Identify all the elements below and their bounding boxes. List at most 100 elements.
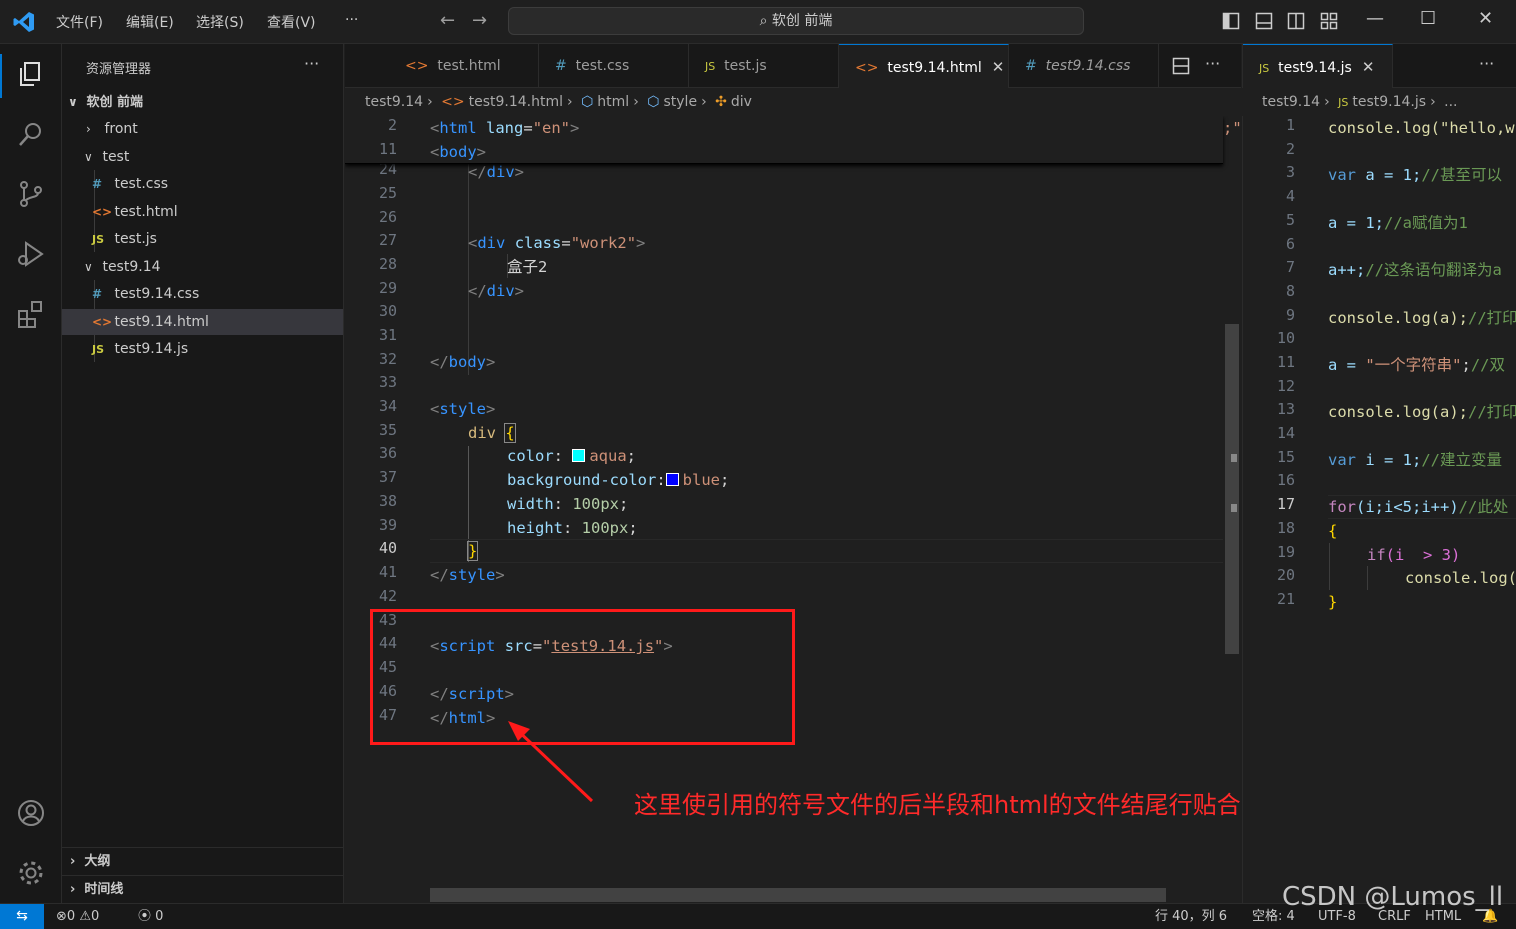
menu-more[interactable]: ··· [345, 12, 358, 28]
tree-file-test-html[interactable]: <> test.html [62, 199, 343, 225]
current-line-highlight [430, 539, 1223, 563]
toggle-primary-sidebar-icon[interactable] [1222, 12, 1240, 30]
tab-test-css[interactable]: # test.css [539, 44, 689, 88]
color-swatch-aqua[interactable] [572, 449, 586, 462]
editor-tabs-right: JS test9.14.js ✕ ··· [1242, 44, 1516, 88]
chevron-right-icon: › [633, 94, 639, 110]
tab-test-js[interactable]: JS test.js [689, 44, 839, 88]
back-arrow-icon[interactable]: ← [440, 10, 455, 31]
source-control-icon[interactable] [15, 178, 47, 210]
close-tab-icon[interactable]: ✕ [1362, 58, 1375, 76]
remote-indicator-icon[interactable]: ⇆ [0, 904, 44, 929]
breadcrumb-html[interactable]: html [597, 94, 629, 110]
breadcrumb-ellipsis[interactable]: ... [1444, 94, 1457, 110]
tree-folder-test[interactable]: ∨ test [62, 144, 343, 170]
problems-indicator[interactable]: ⊗0 ⚠0 [56, 904, 99, 929]
watermark: CSDN @Lumos_ll [1282, 882, 1504, 912]
breadcrumb-folder[interactable]: test9.14 [1262, 94, 1320, 110]
minimize-icon[interactable]: — [1366, 8, 1384, 29]
tab-test9-14-html[interactable]: <> test9.14.html ✕ [839, 44, 1009, 88]
editor-more-icon[interactable]: ··· [1479, 54, 1494, 73]
menu-selection[interactable]: 选择(S) [196, 12, 244, 32]
code-line: a++;//这条语句翻译为a [1328, 261, 1502, 279]
tree-folder-front[interactable]: › front [62, 116, 343, 142]
workspace-root[interactable]: ∨ 软创 前端 [62, 89, 343, 115]
line-number: 34 [378, 397, 397, 415]
toggle-panel-icon[interactable] [1255, 12, 1273, 30]
symbol-icon: ✣ [715, 94, 727, 110]
cursor-position[interactable]: 行 40，列 6 [1155, 904, 1227, 929]
menu-view[interactable]: 查看(V) [267, 12, 316, 32]
chevron-right-icon: › [70, 882, 76, 897]
line-number-current: 40 [378, 539, 397, 557]
explorer-more-icon[interactable]: ··· [304, 54, 319, 73]
code-line: div { [468, 423, 516, 443]
line-number: 7 [1285, 258, 1295, 276]
menu-edit[interactable]: 编辑(E) [126, 12, 174, 32]
chevron-right-icon: › [701, 94, 707, 110]
account-icon[interactable] [15, 797, 47, 829]
breadcrumb-file[interactable]: test9.14.js [1352, 94, 1426, 110]
line-number: 27 [378, 231, 397, 249]
horizontal-scrollbar-thumb[interactable] [430, 888, 1166, 902]
vertical-scrollbar-thumb[interactable] [1225, 324, 1239, 654]
tree-folder-test9-14[interactable]: ∨ test9.14 [62, 254, 343, 280]
active-indicator [0, 54, 2, 98]
breadcrumb-folder[interactable]: test9.14 [365, 94, 423, 110]
close-tab-icon[interactable]: ✕ [992, 58, 1005, 76]
line-number: 25 [378, 184, 397, 202]
line-number: 39 [378, 516, 397, 534]
breadcrumb-style[interactable]: style [663, 94, 697, 110]
outline-panel-header[interactable]: › 大纲 [62, 847, 343, 875]
code-line: height: 100px; [507, 519, 638, 537]
tree-file-test9-14-html[interactable]: <> test9.14.html [62, 309, 343, 335]
tab-test-html[interactable]: <> test.html [389, 44, 539, 88]
code-line: } [1328, 593, 1338, 611]
editor-more-icon[interactable]: ··· [1205, 54, 1220, 73]
warning-icon: ⚠ [79, 909, 91, 924]
tree-file-test9-14-css[interactable]: # test9.14.css [62, 281, 343, 307]
symbol-icon: ⬡ [581, 94, 594, 110]
search-icon[interactable] [15, 118, 47, 150]
line-number: 35 [378, 421, 397, 439]
color-swatch-blue[interactable] [665, 473, 679, 486]
js-file-icon: JS [92, 233, 105, 246]
line-number: 18 [1276, 519, 1295, 537]
tree-file-test9-14-js[interactable]: JS test9.14.js [62, 336, 343, 362]
explorer-icon[interactable] [15, 58, 47, 90]
code-line: console.log(a);//打印 [1328, 403, 1516, 421]
timeline-panel-header[interactable]: › 时间线 [62, 875, 343, 903]
maximize-icon[interactable]: ☐ [1420, 8, 1436, 29]
breadcrumb-left: test9.14 › <> test9.14.html › ⬡ html › ⬡ style… [365, 88, 756, 116]
forward-arrow-icon[interactable]: → [472, 10, 487, 31]
toggle-secondary-sidebar-icon[interactable] [1287, 12, 1305, 30]
code-line: </div> [468, 282, 525, 300]
breadcrumb-file[interactable]: test9.14.html [469, 94, 563, 110]
explorer-sidebar: 资源管理器 ··· ∨ 软创 前端 › front ∨ test # test.… [62, 44, 344, 903]
tab-test9-14-js[interactable]: JS test9.14.js ✕ [1243, 44, 1393, 88]
split-editor-icon[interactable] [1172, 57, 1190, 75]
line-number: 38 [378, 492, 397, 510]
code-line: 盒子2 [507, 258, 548, 276]
code-line: } [466, 541, 479, 561]
line-number: 31 [378, 326, 397, 344]
tree-file-test-css[interactable]: # test.css [62, 171, 343, 197]
line-number: 16 [1276, 471, 1295, 489]
tree-file-test-js[interactable]: JS test.js [62, 226, 343, 252]
line-number-current: 17 [1276, 495, 1295, 513]
extensions-icon[interactable] [15, 298, 47, 330]
chevron-down-icon: ∨ [68, 95, 78, 109]
code-line: var i = 1;//建立变量 [1328, 451, 1502, 469]
line-number: 4 [1285, 187, 1295, 205]
customize-layout-icon[interactable] [1320, 12, 1338, 30]
code-editor-right[interactable]: 1 2 3 4 5 6 7 8 9 10 11 12 13 14 15 16 1… [1242, 116, 1516, 903]
settings-gear-icon[interactable] [15, 857, 47, 889]
tab-test9-14-css[interactable]: # test9.14.css [1009, 44, 1159, 88]
close-window-icon[interactable]: ✕ [1478, 8, 1493, 29]
run-debug-icon[interactable] [15, 238, 47, 270]
chevron-right-icon: › [1430, 94, 1436, 110]
ports-indicator[interactable]: ⦿ 0 [138, 904, 163, 929]
command-center-search[interactable]: ⌕ 软创 前端 [508, 7, 1084, 35]
menu-file[interactable]: 文件(F) [56, 12, 103, 32]
breadcrumb-div[interactable]: div [731, 94, 752, 110]
